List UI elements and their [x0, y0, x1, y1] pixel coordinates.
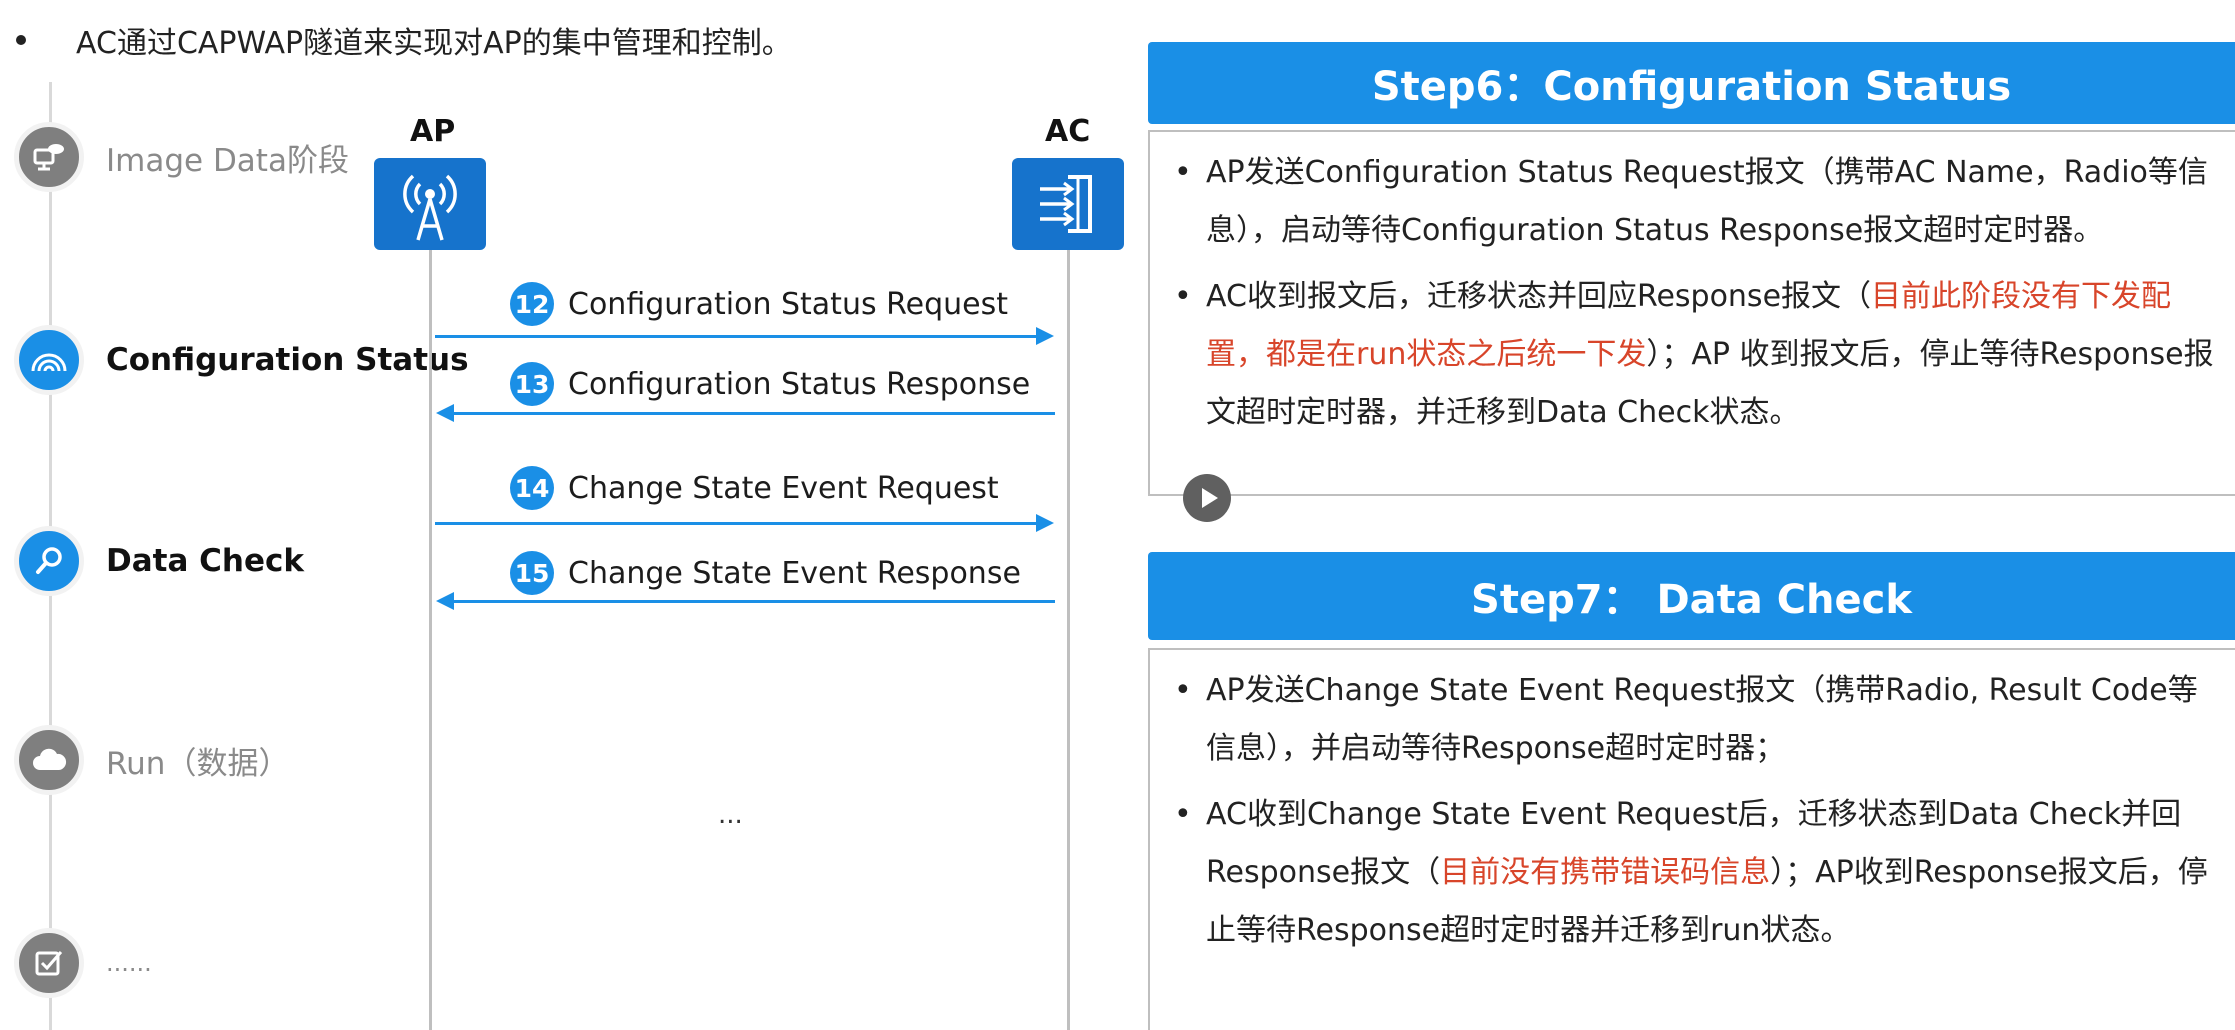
bullet-dot [16, 35, 26, 45]
message-label: Configuration Status Request [568, 286, 1008, 322]
step6-bullet-1: AP发送Configuration Status Request报文（携带AC … [1170, 144, 2225, 260]
stage-data-check[interactable]: Data Check [14, 526, 304, 596]
step6-bullet-2: AC收到报文后，迁移状态并回应Response报文（目前此阶段没有下发配置，都是… [1170, 268, 2225, 442]
stage-label: Run（数据） [106, 745, 290, 782]
step7-bullet-2: AC收到Change State Event Request后，迁移状态到Dat… [1170, 786, 2225, 960]
message-14: 14 Change State Event Request [510, 466, 999, 510]
stage-more[interactable]: ...... [14, 928, 152, 998]
intro-line: AC通过CAPWAP隧道来实现对AP的集中管理和控制。 [12, 18, 792, 62]
message-label: Change State Event Request [568, 470, 999, 506]
step6-header: Step6：Configuration Status [1148, 42, 2235, 124]
step-number-badge: 15 [510, 551, 554, 595]
step7-panel: AP发送Change State Event Request报文（携带Radio… [1148, 648, 2235, 1030]
step7-bullet-1: AP发送Change State Event Request报文（携带Radio… [1170, 662, 2225, 778]
ap-title: AP [410, 114, 456, 149]
stage-label: Data Check [106, 543, 305, 579]
step-number-badge: 14 [510, 466, 554, 510]
stage-label: ...... [106, 949, 152, 977]
cloud-icon [14, 725, 84, 795]
arrow-left [436, 592, 1055, 610]
stage-configuration-status[interactable]: Configuration Status [14, 325, 469, 395]
magnifier-icon [14, 526, 84, 596]
arrow-left [436, 404, 1055, 422]
more-messages-ellipsis: ... [718, 800, 743, 830]
arrow-right [435, 327, 1054, 345]
step7-header: Step7： Data Check [1148, 552, 2235, 640]
access-point-icon [403, 174, 457, 241]
stage-image-data[interactable]: Image Data阶段 [14, 122, 349, 192]
stage-run[interactable]: Run（数据） [14, 725, 289, 795]
stage-label: Image Data阶段 [106, 142, 349, 179]
arrow-right [435, 514, 1054, 532]
ap-lifeline [429, 250, 432, 1030]
rainbow-icon [14, 325, 84, 395]
step-number-badge: 12 [510, 282, 554, 326]
step7-highlight: 目前没有携带错误码信息 [1440, 855, 1771, 890]
message-12: 12 Configuration Status Request [510, 282, 1008, 326]
message-label: Change State Event Response [568, 555, 1021, 591]
ac-title: AC [1045, 114, 1091, 149]
access-controller-icon [1040, 175, 1092, 233]
ac-device [1012, 158, 1124, 250]
step6-panel: AP发送Configuration Status Request报文（携带AC … [1148, 130, 2235, 496]
message-15: 15 Change State Event Response [510, 551, 1021, 595]
play-button[interactable] [1183, 474, 1231, 522]
message-label: Configuration Status Response [568, 366, 1031, 402]
step-number-badge: 13 [510, 362, 554, 406]
stage-label: Configuration Status [106, 342, 469, 378]
image-data-icon [14, 122, 84, 192]
ac-lifeline [1067, 250, 1070, 1030]
ap-device [374, 158, 486, 250]
message-13: 13 Configuration Status Response [510, 362, 1030, 406]
intro-text: AC通过CAPWAP隧道来实现对AP的集中管理和控制。 [76, 26, 792, 61]
checkbox-icon [14, 928, 84, 998]
